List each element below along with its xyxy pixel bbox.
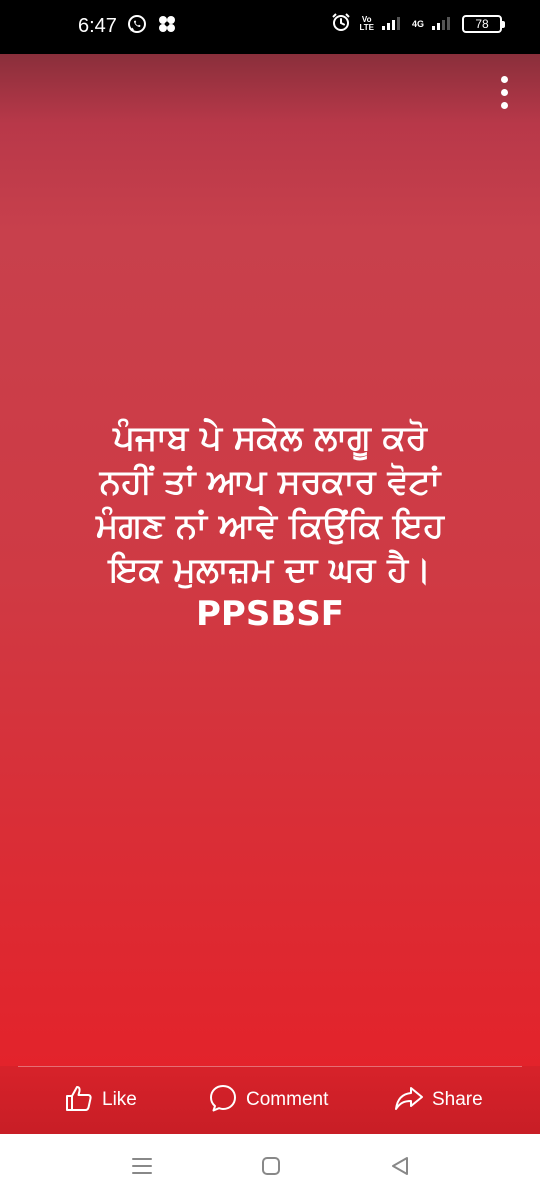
like-button[interactable]: Like [64,1084,137,1116]
battery-level: 78 [475,17,489,31]
status-right: Vo LTE 4G 78 [331,12,505,36]
alarm-icon [331,12,351,36]
divider [18,1066,522,1067]
more-vertical-icon [500,101,508,109]
signal-icon [432,14,454,34]
recent-apps-button[interactable] [128,1154,156,1182]
more-vertical-icon [500,88,508,96]
status-left: 6:47 [78,14,177,38]
pinwheel-icon [157,14,177,38]
volte-icon: Vo LTE [359,16,374,32]
post-text-line: ਨਹੀਂ ਤਾਂ ਆਪ ਸਰਕਾਰ ਵੋਟਾਂ [99,462,441,502]
post-card[interactable]: ਪੰਜਾਬ ਪੇ ਸਕੇਲ ਲਾਗੂ ਕਰੋ ਨਹੀਂ ਤਾਂ ਆਪ ਸਰਕਾਰ… [0,54,540,1066]
back-icon [388,1154,412,1182]
comment-label: Comment [246,1089,329,1110]
post-text-line: ਇਕ ਮੁਲਾਜ਼ਮ ਦਾ ਘਰ ਹੈ। [108,550,432,590]
post-signature: PPSBSF [196,594,344,634]
battery-icon: 78 [462,15,505,33]
status-time: 6:47 [78,15,117,37]
home-icon [259,1154,283,1182]
network-4g-icon: 4G [411,19,424,29]
share-label: Share [432,1089,483,1110]
signal-icon [381,14,404,34]
whatsapp-icon [127,14,147,38]
like-label: Like [102,1089,137,1110]
post-text-line: ਮੰਗਣ ਨਾਂ ਆਵੇ ਕਿਉਂਕਿ ਇਹ [96,506,444,546]
recent-apps-icon [130,1154,154,1182]
comment-bubble-icon [208,1083,238,1117]
more-options-button[interactable] [488,72,520,112]
post-text-line: ਪੰਜਾਬ ਪੇ ਸਕੇਲ ਲਾਗੂ ਕਰੋ [113,418,427,458]
home-button[interactable] [257,1154,285,1182]
comment-button[interactable]: Comment [208,1084,328,1116]
navigation-bar [0,1134,540,1200]
back-button[interactable] [386,1154,414,1182]
action-bar: Like Comment Share [0,1066,540,1134]
share-button[interactable]: Share [394,1084,483,1116]
volte-line2: LTE [359,23,374,32]
thumbs-up-icon [64,1083,94,1117]
share-arrow-icon [394,1083,424,1117]
post-text: ਪੰਜਾਬ ਪੇ ਸਕੇਲ ਲਾਗੂ ਕਰੋ ਨਹੀਂ ਤਾਂ ਆਪ ਸਰਕਾਰ… [20,416,520,636]
more-vertical-icon [500,75,508,83]
status-bar: 6:47 Vo LTE 4G 78 [0,0,540,54]
